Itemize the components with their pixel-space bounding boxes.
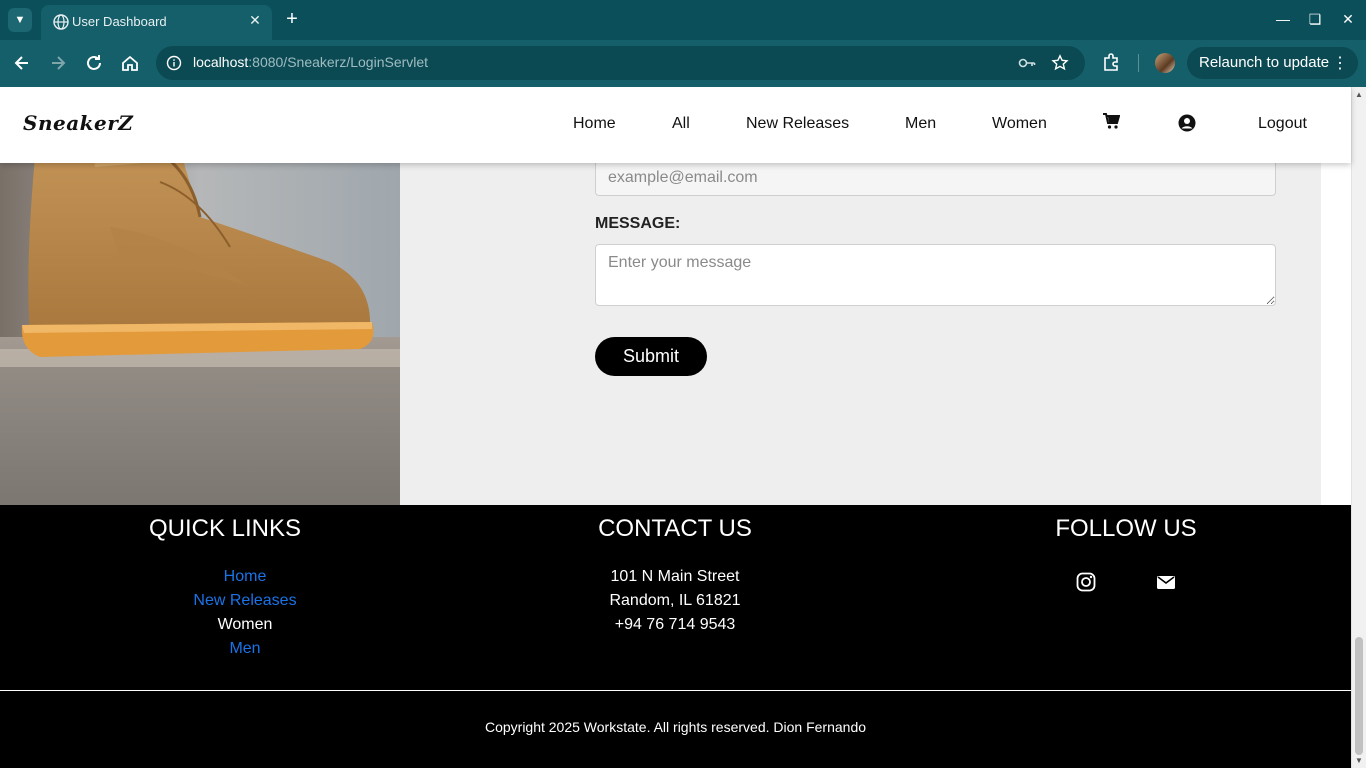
page-viewport: SneakerZ Home All New Releases Men Women… <box>0 87 1366 768</box>
toolbar-separator <box>1138 54 1139 72</box>
contact-address-line2: Random, IL 61821 <box>609 592 741 609</box>
contact-heading: CONTACT US <box>598 515 752 542</box>
tab-search-icon[interactable]: ▼ <box>8 8 32 32</box>
minimize-icon[interactable]: — <box>1274 10 1292 28</box>
message-label: MESSAGE: <box>595 215 681 232</box>
more-menu-icon[interactable]: ⋮ <box>1332 53 1348 73</box>
contact-phone: +94 76 714 9543 <box>614 616 736 633</box>
copyright-text: Copyright 2025 Workstate. All rights res… <box>484 719 867 735</box>
instagram-icon[interactable] <box>1076 572 1096 592</box>
nav-women-link[interactable]: Women <box>992 115 1047 133</box>
quick-links-list: Home New Releases Women Men <box>95 565 395 661</box>
nav-home-link[interactable]: Home <box>573 115 616 133</box>
contact-column: CONTACT US 101 N Main Street Random, IL … <box>525 515 825 637</box>
contact-address-line1: 101 N Main Street <box>610 568 740 585</box>
home-icon[interactable] <box>119 52 141 74</box>
bookmark-star-icon[interactable] <box>1051 54 1069 72</box>
browser-toolbar: localhost:8080/Sneakerz/LoginServlet Rel… <box>0 40 1366 87</box>
relaunch-button[interactable]: Relaunch to update ⋮ <box>1187 47 1358 79</box>
mail-icon[interactable] <box>1156 572 1176 592</box>
new-tab-icon[interactable]: + <box>282 9 302 29</box>
url-text[interactable]: localhost:8080/Sneakerz/LoginServlet <box>193 54 428 70</box>
site-footer: QUICK LINKS Home New Releases Women Men … <box>0 505 1351 768</box>
site-navbar: SneakerZ Home All New Releases Men Women… <box>0 87 1351 163</box>
footer-link-women[interactable]: Women <box>218 616 273 633</box>
address-bar[interactable]: localhost:8080/Sneakerz/LoginServlet <box>156 46 1085 80</box>
nav-logout-link[interactable]: Logout <box>1258 115 1307 133</box>
nav-all-link[interactable]: All <box>672 115 690 133</box>
back-icon[interactable] <box>11 52 33 74</box>
forward-icon[interactable] <box>47 52 69 74</box>
nav-new-releases-link[interactable]: New Releases <box>746 115 849 133</box>
scroll-down-arrow-icon[interactable]: ▼ <box>1355 756 1363 765</box>
close-tab-icon[interactable]: ✕ <box>246 11 264 29</box>
follow-heading: FOLLOW US <box>1055 515 1197 542</box>
scroll-up-arrow-icon[interactable]: ▲ <box>1355 90 1363 99</box>
cart-icon[interactable] <box>1102 112 1120 130</box>
message-field[interactable] <box>595 244 1276 306</box>
extensions-icon[interactable] <box>1101 52 1121 72</box>
nav-men-link[interactable]: Men <box>905 115 936 133</box>
relaunch-label: Relaunch to update <box>1199 54 1330 71</box>
globe-icon <box>53 14 69 30</box>
quick-links-heading: QUICK LINKS <box>148 515 302 542</box>
page-scrollbar[interactable]: ▲ ▼ <box>1351 87 1366 768</box>
quick-links-column: QUICK LINKS Home New Releases Women Men <box>95 515 395 661</box>
close-window-icon[interactable]: ✕ <box>1339 10 1357 28</box>
submit-button[interactable]: Submit <box>595 337 707 376</box>
reload-icon[interactable] <box>83 52 105 74</box>
footer-link-new-releases[interactable]: New Releases <box>193 592 296 609</box>
contact-details: 101 N Main Street Random, IL 61821 +94 7… <box>525 565 825 637</box>
restore-icon[interactable]: ❏ <box>1306 10 1324 28</box>
password-key-icon[interactable] <box>1018 54 1036 72</box>
browser-tab[interactable]: User Dashboard ✕ <box>41 5 272 40</box>
footer-link-men[interactable]: Men <box>229 640 260 657</box>
scrollbar-thumb[interactable] <box>1355 637 1363 755</box>
profile-avatar[interactable] <box>1155 53 1175 73</box>
site-logo[interactable]: SneakerZ <box>23 111 133 135</box>
footer-link-home[interactable]: Home <box>224 568 267 585</box>
browser-tab-bar: ▼ User Dashboard ✕ + — ❏ ✕ <box>0 0 1366 40</box>
site-info-icon[interactable] <box>166 55 182 71</box>
footer-divider <box>0 690 1351 691</box>
tab-title: User Dashboard <box>72 14 167 29</box>
email-field[interactable] <box>595 159 1276 196</box>
user-account-icon[interactable] <box>1178 114 1196 132</box>
follow-column: FOLLOW US <box>976 515 1276 543</box>
